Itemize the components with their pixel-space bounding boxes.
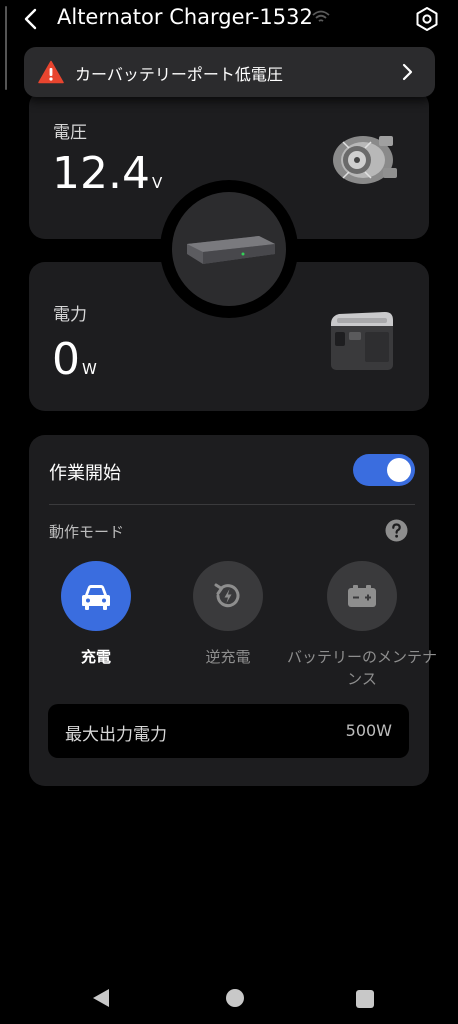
toggle-knob bbox=[387, 458, 411, 482]
mode-battery-maintenance-label: バッテリーのメンテナンス bbox=[287, 648, 438, 688]
car-icon bbox=[82, 585, 110, 610]
power-station-image bbox=[331, 312, 393, 370]
voltage-unit: V bbox=[151, 174, 163, 192]
mode-reverse-charge-label: 逆充電 bbox=[205, 648, 251, 666]
power-number: 0 bbox=[52, 334, 80, 385]
gear-icon bbox=[416, 7, 438, 31]
device-disc-inner bbox=[172, 192, 286, 306]
warning-text: カーバッテリーポート低電圧 bbox=[75, 65, 283, 84]
edge-indicator bbox=[5, 6, 7, 90]
max-output-power-value: 500W bbox=[345, 721, 392, 740]
low-voltage-warning-banner[interactable]: カーバッテリーポート低電圧 bbox=[24, 47, 435, 97]
alternator-charger-image bbox=[187, 236, 275, 264]
mode-charge-label: 充電 bbox=[80, 648, 111, 666]
work-start-label: 作業開始 bbox=[49, 463, 121, 484]
warning-icon bbox=[38, 60, 64, 84]
max-output-power-label: 最大出力電力 bbox=[65, 725, 167, 745]
alternator-image bbox=[333, 136, 397, 184]
back-button[interactable] bbox=[18, 6, 42, 32]
app-header: Alternator Charger-1532 bbox=[0, 0, 458, 90]
mode-charge-button[interactable] bbox=[61, 561, 131, 631]
operation-mode-label: 動作モード bbox=[49, 523, 125, 541]
device-disc bbox=[160, 180, 298, 318]
operation-card: 作業開始 動作モード 充電 逆充電 バッテリーのメンテナンス 最大出力電力 50… bbox=[29, 435, 437, 786]
nav-home-button[interactable] bbox=[226, 989, 244, 1007]
battery-icon bbox=[348, 585, 376, 607]
power-value: 0W bbox=[52, 338, 97, 382]
page-title: Alternator Charger-1532 bbox=[57, 5, 313, 29]
power-label: 電力 bbox=[53, 305, 87, 325]
voltage-label: 電圧 bbox=[53, 123, 87, 143]
power-unit: W bbox=[82, 360, 97, 378]
help-button[interactable] bbox=[385, 519, 408, 542]
wifi-icon bbox=[312, 10, 330, 22]
triangle-back-icon bbox=[93, 989, 109, 1007]
mode-battery-maintenance-button[interactable] bbox=[327, 561, 397, 631]
reverse-charge-icon bbox=[214, 583, 240, 608]
chevron-left-icon bbox=[24, 8, 37, 30]
voltage-number: 12.4 bbox=[52, 148, 150, 199]
nav-recent-apps-button[interactable] bbox=[356, 990, 374, 1008]
voltage-value: 12.4 V bbox=[52, 152, 162, 196]
divider bbox=[49, 504, 415, 505]
mode-reverse-charge-button[interactable] bbox=[193, 561, 263, 631]
chevron-right-icon bbox=[402, 63, 413, 81]
max-output-power-row[interactable]: 最大出力電力 500W bbox=[48, 704, 409, 758]
nav-back-button[interactable] bbox=[92, 988, 110, 1008]
work-start-toggle[interactable] bbox=[353, 454, 415, 486]
settings-button[interactable] bbox=[414, 6, 440, 32]
